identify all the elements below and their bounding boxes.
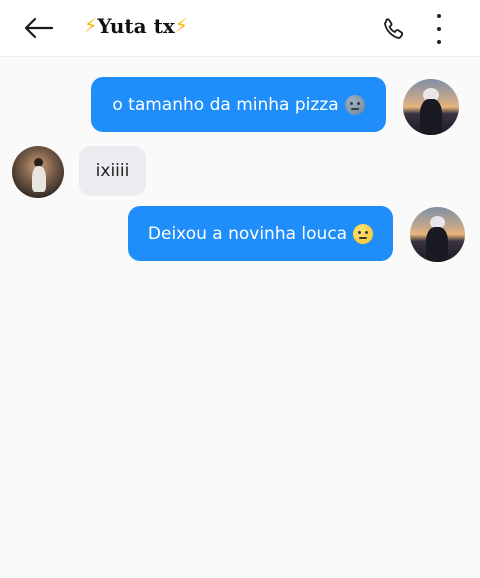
cold-face-emoji [344,94,365,115]
my-avatar[interactable] [410,207,465,262]
more-vertical-icon [437,14,441,18]
bolt-emoji-left: ⚡ [84,15,98,37]
message-text: o tamanho da minha pizza [112,94,339,115]
message-bubble-incoming[interactable]: ixiiii [79,146,146,196]
contact-avatar[interactable] [12,146,64,198]
back-button[interactable] [18,10,58,46]
message-bubble-outgoing[interactable]: Deixou a novinha louca [128,206,393,261]
arrow-left-icon [24,17,54,39]
phone-icon [384,18,404,39]
voice-call-button[interactable] [378,14,410,44]
contact-name: Yuta tx [97,14,175,38]
chat-header: ⚡ Yuta tx ⚡ [0,0,480,57]
more-options-button[interactable] [426,12,452,46]
my-avatar[interactable] [403,79,459,135]
message-text: Deixou a novinha louca [147,223,348,244]
message-bubble-outgoing[interactable]: o tamanho da minha pizza [91,77,386,132]
message-text: ixiiii [95,161,130,181]
chat-title[interactable]: ⚡ Yuta tx ⚡ [84,14,188,38]
bolt-emoji-right: ⚡ [174,15,189,37]
chat-screen: ⚡ Yuta tx ⚡ o tamanho da minha pizza ixi… [0,0,480,578]
flushed-face-emoji [353,223,374,244]
